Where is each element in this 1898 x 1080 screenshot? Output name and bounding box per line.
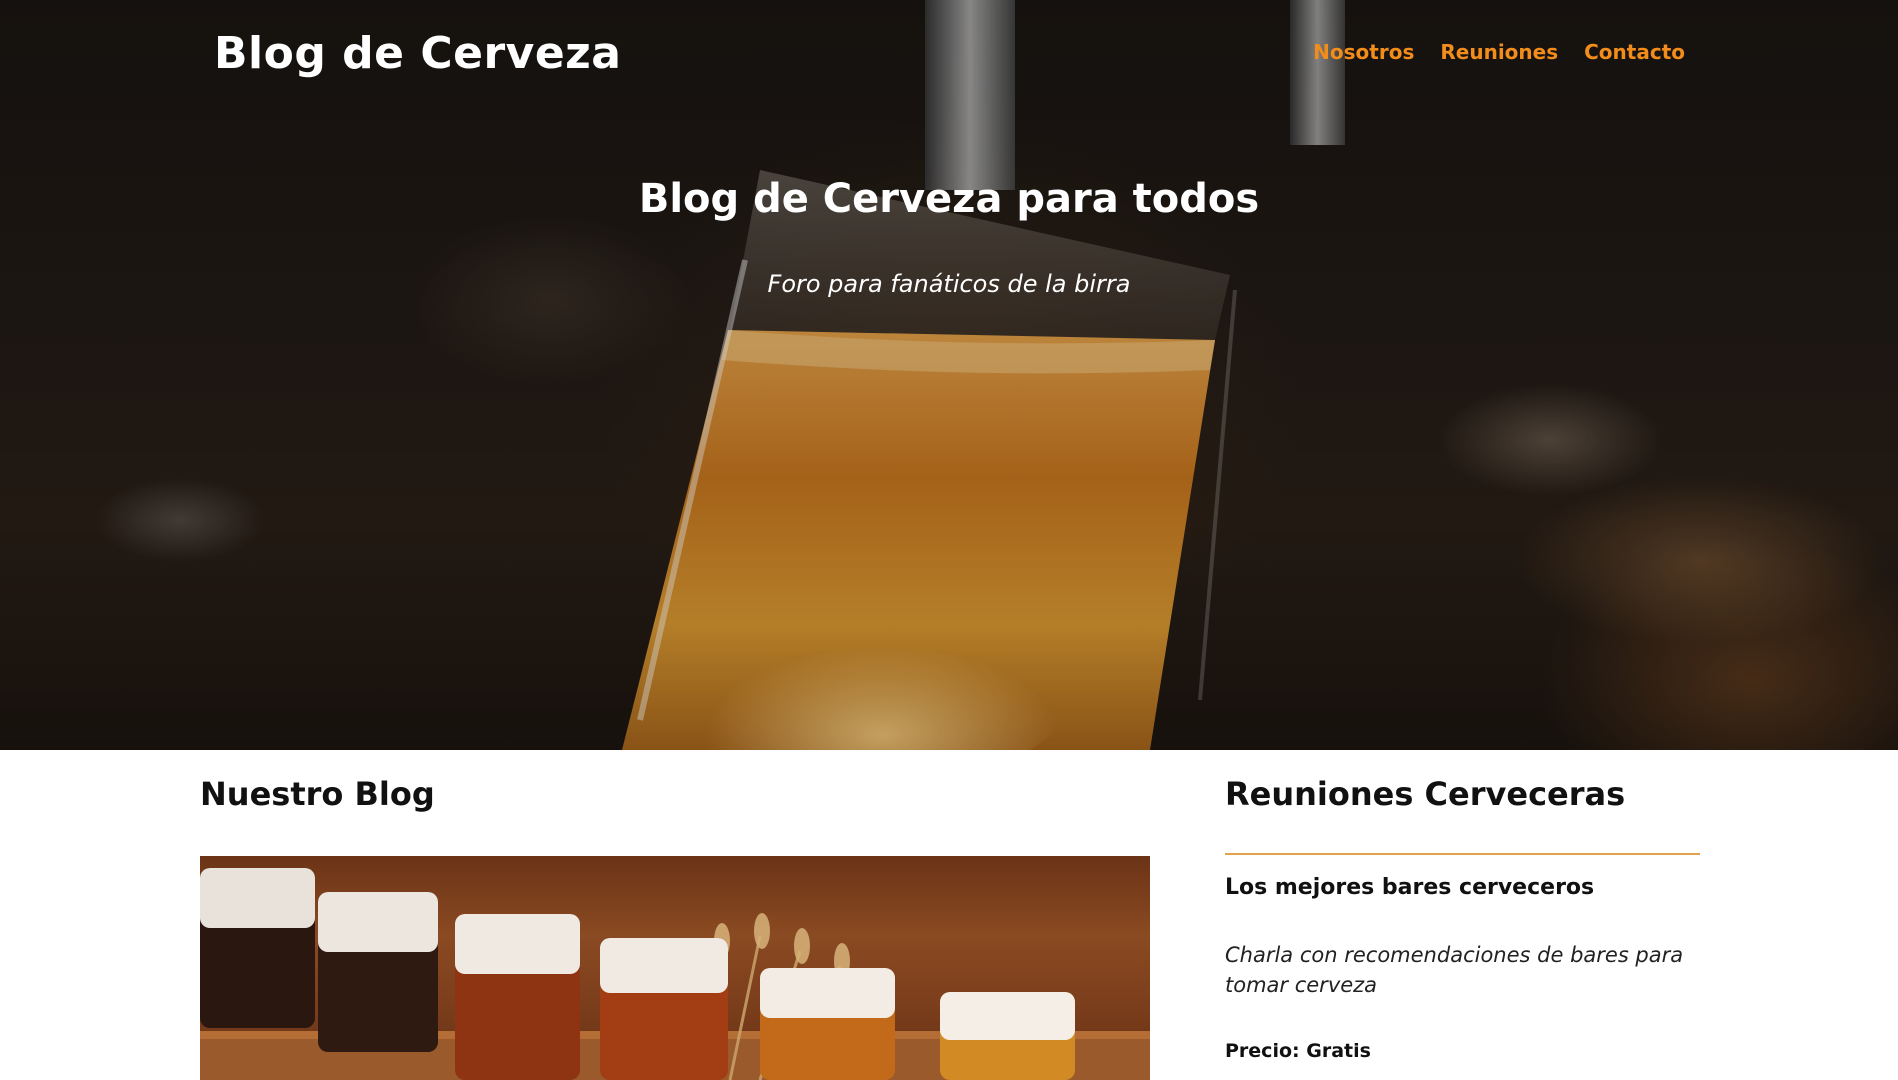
- event-description: Charla con recomendaciones de bares para…: [1225, 943, 1684, 997]
- hero-heading: Blog de Cerveza para todos: [638, 176, 1260, 222]
- hero-subtitle: Foro para fanáticos de la birra: [767, 270, 1131, 298]
- event-price: Precio: Gratis: [1225, 1040, 1371, 1062]
- beer-flight-image: [200, 868, 1150, 1080]
- main-nav: Nosotros Reuniones Contacto: [1313, 40, 1685, 64]
- meetings-sidebar: Reuniones Cerveceras Los mejores bares c…: [1225, 775, 1700, 1062]
- nav-link-contacto[interactable]: Contacto: [1584, 40, 1685, 64]
- blog-heading: Nuestro Blog: [200, 775, 435, 813]
- hero-background-image: [0, 0, 1898, 750]
- nav-link-nosotros[interactable]: Nosotros: [1313, 40, 1414, 64]
- site-title[interactable]: Blog de Cerveza: [214, 28, 621, 79]
- nav-link-reuniones[interactable]: Reuniones: [1440, 40, 1558, 64]
- sidebar-heading: Reuniones Cerveceras: [1225, 775, 1700, 855]
- hero-banner: Blog de Cerveza Nosotros Reuniones Conta…: [0, 0, 1898, 750]
- blog-post-image[interactable]: [200, 856, 1150, 1080]
- event-title[interactable]: Los mejores bares cerveceros: [1225, 875, 1700, 900]
